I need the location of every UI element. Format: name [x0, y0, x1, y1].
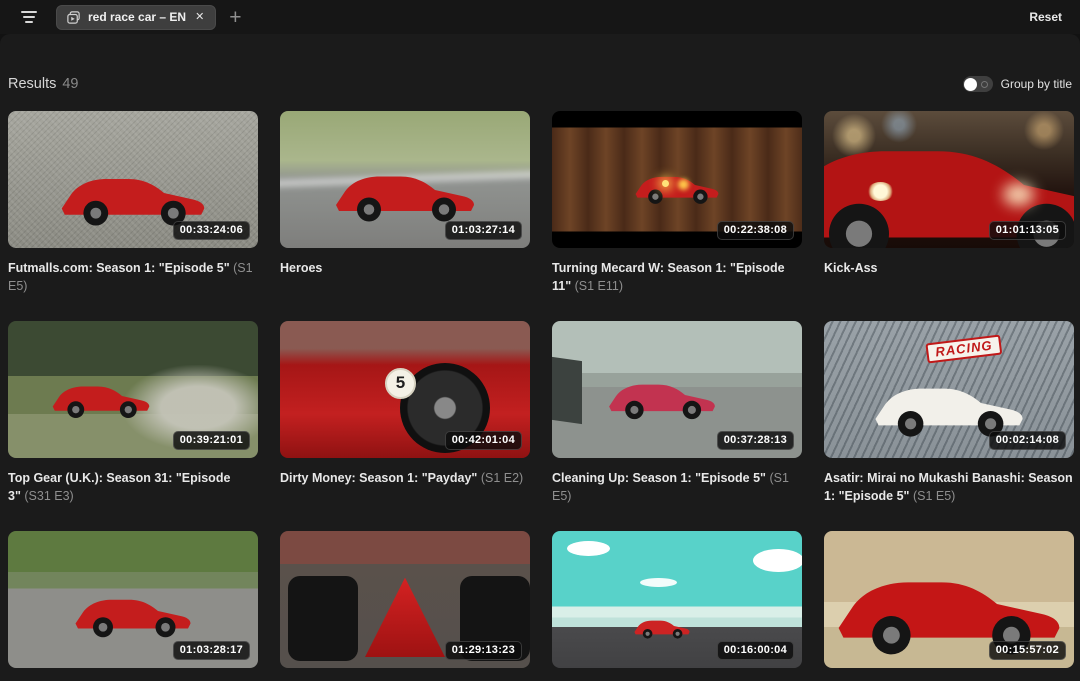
timecode-badge: 01:01:13:05: [989, 221, 1066, 240]
timecode-badge: 01:03:27:14: [445, 221, 522, 240]
group-by-title-label: Group by title: [1001, 77, 1072, 91]
car-illustration: [48, 375, 153, 421]
scene-decoration: [288, 576, 358, 661]
timecode-badge: 01:03:28:17: [173, 641, 250, 660]
video-title[interactable]: Heroes: [280, 259, 530, 303]
video-thumbnail[interactable]: 01:01:13:05: [824, 111, 1074, 248]
group-by-title-control: Group by title: [963, 76, 1072, 92]
video-card[interactable]: 00:42:01:04 5 Dirty Money: Season 1: "Pa…: [280, 321, 530, 513]
video-card[interactable]: 00:02:14:08 RACING Asatir: Mirai no Muka…: [824, 321, 1074, 513]
car-illustration: [71, 586, 196, 641]
video-card[interactable]: 00:22:38:08 Turning Mecard W: Season 1: …: [552, 111, 802, 303]
results-label: Results: [8, 76, 56, 92]
video-thumbnail[interactable]: 00:15:57:02: [824, 531, 1074, 668]
search-tab[interactable]: red race car – EN ✕: [56, 5, 216, 30]
video-thumbnail[interactable]: 01:03:28:17: [8, 531, 258, 668]
timecode-badge: 00:22:38:08: [717, 221, 794, 240]
video-title-text: Dirty Money: Season 1: "Payday": [280, 471, 477, 485]
topbar: red race car – EN ✕ + Reset: [0, 0, 1080, 34]
results-count: 49: [62, 76, 78, 92]
car-illustration: [605, 372, 720, 423]
video-title-text: Futmalls.com: Season 1: "Episode 5": [8, 261, 230, 275]
video-episode-suffix: (S1 E2): [477, 471, 523, 485]
video-thumbnail[interactable]: 00:02:14:08 RACING: [824, 321, 1074, 458]
video-card[interactable]: 00:33:24:06 Futmalls.com: Season 1: "Epi…: [8, 111, 258, 303]
video-title-text: Heroes: [280, 261, 322, 275]
video-card[interactable]: 00:16:00:04: [552, 531, 802, 681]
scene-decoration: [662, 180, 669, 187]
video-title[interactable]: Top Gear (U.K.): Season 31: "Episode 3" …: [8, 469, 258, 513]
video-title[interactable]: Asatir: Mirai no Mukashi Banashi: Season…: [824, 469, 1074, 513]
video-title-text: Cleaning Up: Season 1: "Episode 5": [552, 471, 766, 485]
close-icon[interactable]: ✕: [193, 10, 206, 25]
scene-decoration: [567, 541, 610, 556]
results-header: Results 49 Group by title: [8, 34, 1074, 92]
video-title[interactable]: Dirty Money: Season 1: "Payday" (S1 E2): [280, 469, 530, 513]
timecode-badge: 00:16:00:04: [717, 641, 794, 660]
video-title-text: Kick-Ass: [824, 261, 878, 275]
video-card[interactable]: 01:29:13:23: [280, 531, 530, 681]
video-card[interactable]: 01:03:28:17: [8, 531, 258, 681]
car-illustration: [56, 162, 211, 230]
video-card[interactable]: 00:15:57:02: [824, 531, 1074, 681]
search-tab-label: red race car – EN: [88, 10, 186, 24]
scene-decoration: [552, 357, 582, 424]
timecode-badge: 00:33:24:06: [173, 221, 250, 240]
video-thumbnail[interactable]: 00:16:00:04: [552, 531, 802, 668]
video-episode-suffix: (S1 E5): [910, 489, 956, 503]
timecode-badge: 00:02:14:08: [989, 431, 1066, 450]
timecode-badge: 01:29:13:23: [445, 641, 522, 660]
timecode-badge: 00:15:57:02: [989, 641, 1066, 660]
car-illustration: [330, 160, 480, 226]
video-thumbnail[interactable]: 00:42:01:04 5: [280, 321, 530, 458]
video-title[interactable]: Kick-Ass: [824, 259, 1074, 303]
video-title[interactable]: Cleaning Up: Season 1: "Episode 5" (S1 E…: [552, 469, 802, 513]
video-card[interactable]: 01:03:27:14 Heroes: [280, 111, 530, 303]
group-by-title-toggle[interactable]: [963, 76, 993, 92]
video-thumbnail[interactable]: 01:03:27:14: [280, 111, 530, 248]
video-episode-suffix: (S1 E11): [571, 279, 623, 293]
timecode-badge: 00:39:21:01: [173, 431, 250, 450]
plus-icon[interactable]: +: [229, 7, 241, 28]
results-grid: 00:33:24:06 Futmalls.com: Season 1: "Epi…: [8, 111, 1074, 681]
video-thumbnail[interactable]: 00:33:24:06: [8, 111, 258, 248]
car-illustration: [632, 167, 722, 207]
car-number-decal: 5: [385, 368, 416, 399]
clip-collection-icon: [66, 10, 81, 25]
video-title[interactable]: Turning Mecard W: Season 1: "Episode 11"…: [552, 259, 802, 303]
video-thumbnail[interactable]: 00:39:21:01: [8, 321, 258, 458]
results-panel: Results 49 Group by title 00:33:24:06 Fu…: [0, 34, 1080, 681]
video-card[interactable]: 01:01:13:05 Kick-Ass: [824, 111, 1074, 303]
reset-button[interactable]: Reset: [1029, 10, 1062, 24]
racing-banner-decal: RACING: [925, 334, 1002, 363]
video-title[interactable]: Futmalls.com: Season 1: "Episode 5" (S1 …: [8, 259, 258, 303]
video-card[interactable]: 00:39:21:01 Top Gear (U.K.): Season 31: …: [8, 321, 258, 513]
video-thumbnail[interactable]: 01:29:13:23: [280, 531, 530, 668]
video-thumbnail[interactable]: 00:22:38:08: [552, 111, 802, 248]
car-illustration: [632, 614, 692, 640]
video-thumbnail[interactable]: 00:37:28:13: [552, 321, 802, 458]
timecode-badge: 00:42:01:04: [445, 431, 522, 450]
filter-list-icon[interactable]: [18, 6, 40, 28]
video-card[interactable]: 00:37:28:13 Cleaning Up: Season 1: "Epis…: [552, 321, 802, 513]
video-episode-suffix: (S31 E3): [21, 489, 74, 503]
timecode-badge: 00:37:28:13: [717, 431, 794, 450]
